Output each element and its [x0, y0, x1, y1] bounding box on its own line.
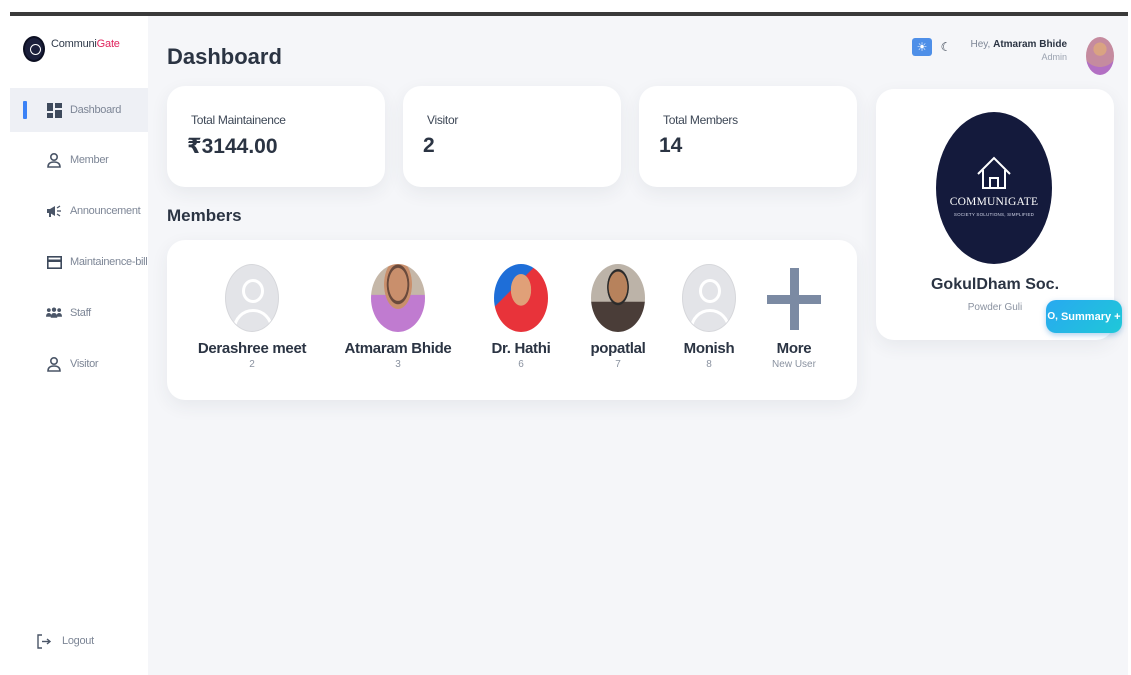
society-logo: COMMUNIGATE SOCIETY SOLUTIONS, SIMPLIFIE…: [936, 112, 1052, 264]
summary-button[interactable]: O, Summary +: [1046, 300, 1122, 333]
user-role: Admin: [1041, 52, 1067, 62]
brand[interactable]: CommuniGate: [23, 36, 120, 62]
sidebar-item-dashboard[interactable]: Dashboard: [10, 88, 148, 132]
society-name: GokulDham Soc.: [930, 276, 1060, 293]
sidebar-item-maintainence-bill[interactable]: Maintainence-bill: [10, 240, 148, 284]
stat-value: ₹3144.00: [187, 135, 278, 158]
bill-icon: [46, 254, 62, 270]
member-card[interactable]: Derashree meet 2: [192, 264, 312, 370]
stat-value: 2: [423, 134, 435, 157]
group-icon: [46, 305, 62, 321]
members-section-title: Members: [167, 206, 242, 225]
member-id: 2: [249, 359, 255, 370]
logo-name: COMMUNIGATE: [949, 196, 1039, 208]
sidebar-item-label: Member: [70, 154, 109, 166]
stat-label: Total Members: [663, 113, 738, 127]
stat-card-total-maintainence[interactable]: Total Maintainence ₹3144.00: [167, 86, 385, 187]
dashboard-icon: [46, 102, 62, 118]
summary-label: Summary +: [1060, 310, 1121, 323]
more-label: More: [776, 340, 812, 357]
megaphone-icon: [46, 203, 62, 219]
window-top-border: [10, 12, 1128, 16]
user-greeting: Hey, Atmaram Bhide Admin: [970, 39, 1067, 62]
avatar-placeholder-icon: [225, 264, 279, 332]
stat-value: 14: [659, 134, 683, 157]
user-name: Atmaram Bhide: [993, 39, 1067, 50]
brand-name: CommuniGate: [51, 38, 120, 50]
house-icon: [977, 156, 1011, 189]
user-icon: [46, 356, 62, 372]
sun-icon[interactable]: ☀: [912, 38, 932, 56]
sidebar-item-visitor[interactable]: Visitor: [10, 342, 148, 386]
more-sublabel: New User: [772, 359, 816, 370]
stat-label: Total Maintainence: [191, 113, 286, 127]
greeting-prefix: Hey,: [970, 39, 991, 50]
moon-icon[interactable]: ☾: [936, 38, 956, 56]
member-photo: [494, 264, 548, 332]
stat-card-visitor[interactable]: Visitor 2: [403, 86, 621, 187]
add-member-button[interactable]: More New User: [734, 264, 854, 384]
member-name: Derashree meet: [197, 340, 307, 357]
member-id: 3: [395, 359, 401, 370]
sidebar-item-member[interactable]: Member: [10, 138, 148, 182]
sidebar-item-label: Maintainence-bill: [70, 256, 148, 268]
sidebar-item-announcement[interactable]: Announcement: [10, 189, 148, 233]
member-photo: [371, 264, 425, 332]
stat-label: Visitor: [427, 113, 459, 127]
stat-card-total-members[interactable]: Total Members 14: [639, 86, 857, 187]
theme-toggle[interactable]: ☀ ☾: [912, 38, 956, 56]
member-card[interactable]: Atmaram Bhide 3: [338, 264, 458, 370]
logout-label: Logout: [62, 635, 94, 647]
members-card: Derashree meet 2 Atmaram Bhide 3 Dr. Hat…: [167, 240, 857, 400]
logo-tagline: SOCIETY SOLUTIONS, SIMPLIFIED: [953, 212, 1035, 217]
active-indicator: [23, 101, 27, 119]
sidebar-item-label: Visitor: [70, 358, 99, 370]
sidebar-item-label: Staff: [70, 307, 91, 319]
member-photo: [591, 264, 645, 332]
brand-logo-icon: [23, 36, 45, 62]
member-name: Atmaram Bhide: [344, 340, 452, 357]
sidebar-item-label: Dashboard: [70, 104, 122, 116]
logout-button[interactable]: Logout: [36, 633, 94, 649]
sidebar-item-label: Announcement: [70, 205, 141, 217]
search-icon: O,: [1047, 311, 1058, 322]
plus-icon: [767, 264, 821, 332]
user-icon: [46, 152, 62, 168]
avatar-placeholder-icon: [682, 264, 736, 332]
sidebar-item-staff[interactable]: Staff: [10, 291, 148, 335]
page-title: Dashboard: [167, 44, 282, 69]
logout-icon: [36, 633, 52, 649]
sidebar: CommuniGate Dashboard Member Announcemen…: [10, 16, 148, 675]
avatar[interactable]: [1086, 37, 1114, 75]
